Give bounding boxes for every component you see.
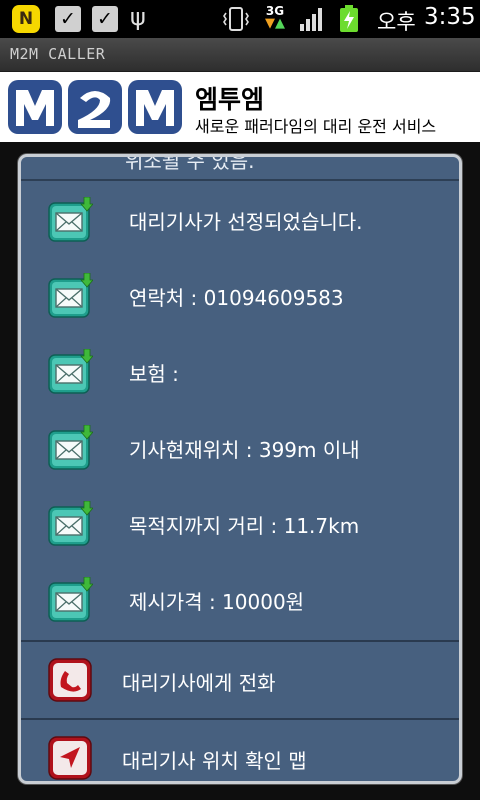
location-arrow-icon [47,735,93,781]
vibrate-icon [223,7,249,31]
message-row[interactable]: 연락처 : 01094609583 [21,257,459,333]
message-row[interactable]: 제시가격 : 10000원 [21,561,459,637]
mail-icon [47,576,94,623]
dialog-scrolled-text: 위조될 수 있음. [125,154,255,173]
kakaotalk-notification-icon: N [12,5,40,33]
action-label: 대리기사에게 전화 [122,671,276,695]
brand-tagline: 새로운 패러다임의 대리 운전 서비스 [195,117,437,136]
mail-icon [47,196,94,243]
task-complete-icon: ✓ [55,6,81,32]
brand-header: 엠투엠 새로운 패러다임의 대리 운전 서비스 [0,72,480,142]
task-complete-icon-2: ✓ [92,6,118,32]
network-3g-icon: 3G ▼▲ [265,4,285,31]
brand-name: 엠투엠 [195,85,265,114]
status-bar: N ✓ ✓ ψ 3G ▼▲ 오후 3:35 [0,0,480,38]
mail-icon [47,272,94,319]
call-driver-button[interactable]: 대리기사에게 전화 [21,642,459,718]
driver-info-dialog: 위조될 수 있음. 대리기사가 선정되었습니다. 연락처 : 010946095… [18,154,462,784]
mail-icon [47,500,94,547]
message-text: 대리기사가 선정되었습니다. [129,210,363,234]
message-text: 연락처 : 01094609583 [129,286,344,310]
battery-charging-icon [340,5,358,32]
clock-time: 3:35 [424,4,476,30]
mail-icon [47,424,94,471]
m2m-logo [8,80,182,134]
clock-ampm: 오후 [377,10,416,34]
driver-location-map-button[interactable]: 대리기사 위치 확인 맵 [21,720,459,781]
message-text: 제시가격 : 10000원 [129,590,305,614]
usb-icon: ψ [130,3,146,31]
action-label: 대리기사 위치 확인 맵 [122,749,307,773]
phone-icon [47,657,93,703]
message-text: 보험 : [129,362,179,386]
app-title: M2M CALLER [10,45,106,63]
message-row[interactable]: 기사현재위치 : 399m 이내 [21,409,459,485]
message-text: 기사현재위치 : 399m 이내 [129,438,360,462]
message-row[interactable]: 대리기사가 선정되었습니다. [21,181,459,257]
message-text: 목적지까지 거리 : 11.7km [129,514,360,538]
signal-strength-icon [300,8,322,31]
app-title-bar: M2M CALLER [0,38,480,72]
message-row[interactable]: 보험 : [21,333,459,409]
mail-icon [47,348,94,395]
message-row[interactable]: 목적지까지 거리 : 11.7km [21,485,459,561]
